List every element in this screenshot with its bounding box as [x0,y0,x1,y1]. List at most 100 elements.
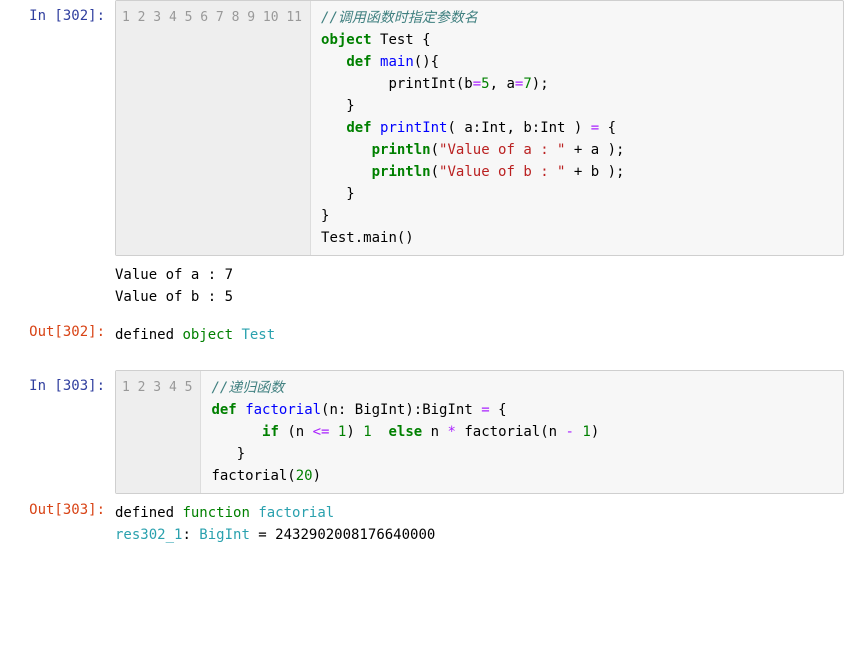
token: } [321,208,329,224]
token: 1 [363,424,371,440]
token: factorial( [211,468,295,484]
token: factorial(n [456,424,566,440]
line-gutter: 1 2 3 4 5 [116,371,201,493]
token: , a [490,76,515,92]
token: - [566,424,574,440]
token: //递归函数 [211,380,284,396]
output-content: defined function factorial res302_1: Big… [115,494,844,554]
token: } [321,186,355,202]
stdout-cell: Value of a : 7 Value of b : 5 [0,256,844,316]
token: else [389,424,423,440]
token: Test { [372,32,431,48]
code-line: println("Value of a : " + a ); [321,139,624,161]
code-line: //调用函数时指定参数名 [321,7,624,29]
token: "Value of b : " [439,164,565,180]
code-line: printInt(b=5, a=7); [321,73,624,95]
token: object [321,32,372,48]
out-prompt: Out[303]: [0,494,115,554]
code-editor[interactable]: 1 2 3 4 5 //递归函数 def factorial(n: BigInt):… [115,370,844,494]
token [321,164,372,180]
token: if [262,424,279,440]
code-line: def factorial(n: BigInt):BigInt = { [211,399,599,421]
token: (){ [414,54,439,70]
code-line: def main(){ [321,51,624,73]
token: 2432902008176640000 [275,527,435,543]
token: main [380,54,414,70]
token: Test.main() [321,230,414,246]
token [372,54,380,70]
token [329,424,337,440]
token [211,424,262,440]
input-content: 1 2 3 4 5 6 7 8 9 10 11 //调用函数时指定参数名 objec… [115,0,844,256]
token: ) [591,424,599,440]
token: println [372,164,431,180]
token: (n: BigInt):BigInt [321,402,481,418]
token: println [372,142,431,158]
code-body[interactable]: //调用函数时指定参数名 object Test { def main(){ pr… [311,1,634,255]
token: n [422,424,447,440]
token: = [473,76,481,92]
token: ( [431,142,439,158]
token: { [490,402,507,418]
code-line: object Test { [321,29,624,51]
token: { [599,120,616,136]
output-text: defined object Test [115,316,844,354]
code-line: if (n <= 1) 1 else n * factorial(n - 1) [211,421,599,443]
token: 7 [523,76,531,92]
token: : [182,527,199,543]
token: 5 [481,76,489,92]
code-line: //递归函数 [211,377,599,399]
token: } [211,446,245,462]
input-content: 1 2 3 4 5 //递归函数 def factorial(n: BigInt):… [115,370,844,494]
output-cell: Out[303]:defined function factorial res3… [0,494,844,554]
token: ) [313,468,321,484]
output-content: defined object Test [115,316,844,354]
token: printInt [380,120,447,136]
token [321,54,346,70]
token: def [211,402,236,418]
stdout-text: Value of a : 7 Value of b : 5 [115,256,844,316]
token: ); [532,76,549,92]
code-line: println("Value of b : " + b ); [321,161,624,183]
token [321,120,346,136]
token: + b ); [565,164,624,180]
code-body[interactable]: //递归函数 def factorial(n: BigInt):BigInt = … [201,371,609,493]
input-cell: In [303]:1 2 3 4 5 //递归函数 def factorial(n:… [0,370,844,494]
in-prompt: In [303]: [0,370,115,494]
token: "Value of a : " [439,142,565,158]
token: <= [313,424,330,440]
token: factorial [245,402,321,418]
token: Test [241,327,275,343]
code-line: def printInt( a:Int, b:Int ) = { [321,117,624,139]
code-line: factorial(20) [211,465,599,487]
token: = [250,527,275,543]
token: defined [115,327,182,343]
code-line: } [321,205,624,227]
token: ( [431,164,439,180]
cell-spacer [0,554,844,570]
code-line: } [321,95,624,117]
token: def [346,120,371,136]
token: BigInt [199,527,250,543]
token: function [182,505,249,521]
code-line: } [211,443,599,465]
token: } [321,98,355,114]
token: res302_1 [115,527,182,543]
token: * [448,424,456,440]
token: ( a:Int, b:Int ) [447,120,590,136]
token: + a ); [565,142,624,158]
token: = [591,120,599,136]
token: (n [279,424,313,440]
code-line: } [321,183,624,205]
token [372,424,389,440]
blank-prompt [0,256,115,316]
input-cell: In [302]:1 2 3 4 5 6 7 8 9 10 11//调用函数时指… [0,0,844,256]
stdout-content: Value of a : 7 Value of b : 5 [115,256,844,316]
line-gutter: 1 2 3 4 5 6 7 8 9 10 11 [116,1,311,255]
token: //调用函数时指定参数名 [321,10,478,26]
token: ) [346,424,363,440]
token [237,402,245,418]
token: 20 [296,468,313,484]
output-text: defined function factorial res302_1: Big… [115,494,844,554]
code-editor[interactable]: 1 2 3 4 5 6 7 8 9 10 11 //调用函数时指定参数名 objec… [115,0,844,256]
